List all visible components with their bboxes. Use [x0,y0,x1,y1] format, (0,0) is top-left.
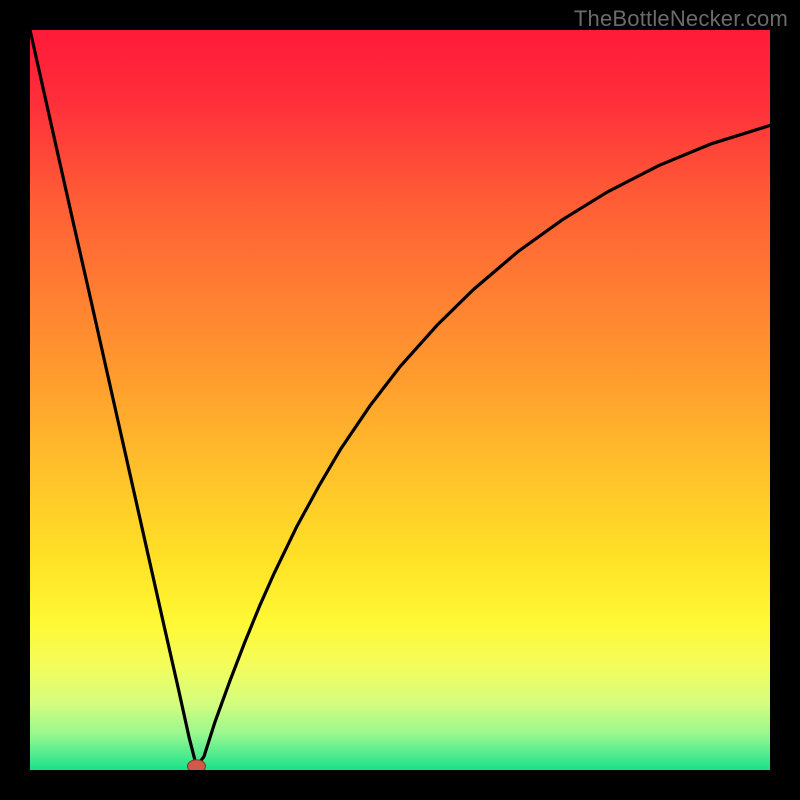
watermark-label: TheBottleNecker.com [574,6,788,32]
bottleneck-chart [30,30,770,770]
optimum-marker [188,760,206,770]
gradient-background [30,30,770,770]
chart-frame [30,30,770,770]
